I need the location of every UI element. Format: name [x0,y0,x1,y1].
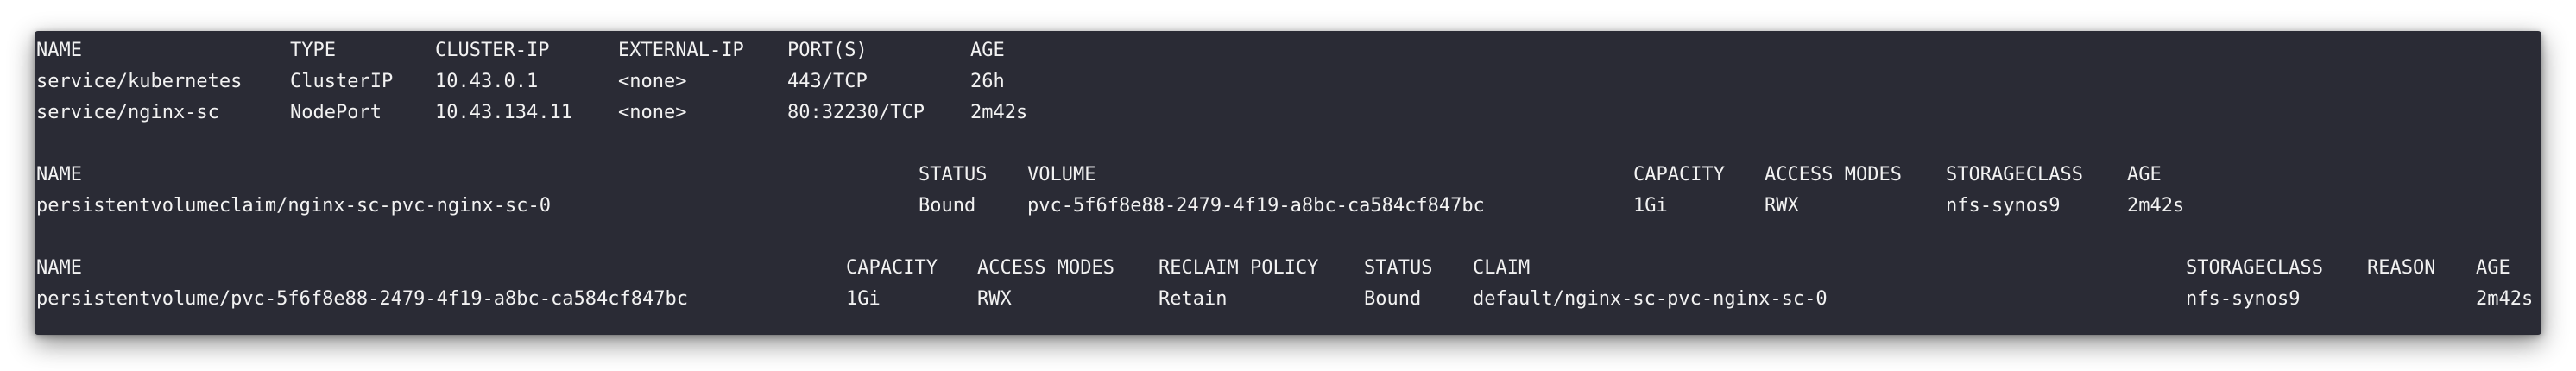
pv-status: Bound [1364,288,1422,310]
pvc-volume: pvc-5f6f8e88-2479-4f19-a8bc-ca584cf847bc [1027,195,1485,217]
pv-col-claim: CLAIM [1473,257,1531,279]
pv-header-row: NAME CAPACITY ACCESS MODES RECLAIM POLIC… [35,255,2510,281]
service-age: 26h [970,71,1005,92]
pv-age: 2m42s [2476,288,2534,310]
service-external-ip: <none> [618,102,687,123]
table-row: service/nginx-sc NodePort 10.43.134.11 <… [35,100,1027,126]
service-cluster-ip: 10.43.134.11 [435,102,572,123]
service-name: service/kubernetes [36,71,243,92]
table-row: persistentvolumeclaim/nginx-sc-pvc-nginx… [35,193,2184,219]
service-type: NodePort [290,102,382,123]
pvc-col-access-modes: ACCESS MODES [1765,164,1902,186]
pvc-storageclass: nfs-synos9 [1946,195,2061,217]
pv-name: persistentvolume/pvc-5f6f8e88-2479-4f19-… [36,288,688,310]
pv-col-name: NAME [36,257,82,279]
pv-reclaim-policy: Retain [1159,288,1228,310]
terminal-window[interactable]: NAME TYPE CLUSTER-IP EXTERNAL-IP PORT(S)… [35,31,2541,335]
pv-col-storageclass: STORAGECLASS [2186,257,2323,279]
pv-col-access-modes: ACCESS MODES [977,257,1114,279]
service-type: ClusterIP [290,71,394,92]
services-col-ports: PORT(S) [787,40,868,61]
pv-col-reason: REASON [2367,257,2436,279]
pvc-col-storageclass: STORAGECLASS [1946,164,2083,186]
service-ports: 443/TCP [787,71,868,92]
pvc-access-modes: RWX [1765,195,1799,217]
table-row: service/kubernetes ClusterIP 10.43.0.1 <… [35,69,1005,95]
pv-col-reclaim-policy: RECLAIM POLICY [1159,257,1319,279]
pvc-col-volume: VOLUME [1027,164,1096,186]
pv-storageclass: nfs-synos9 [2186,288,2301,310]
pvc-col-name: NAME [36,164,82,186]
services-col-external-ip: EXTERNAL-IP [618,40,744,61]
services-col-cluster-ip: CLUSTER-IP [435,40,550,61]
pv-col-capacity: CAPACITY [846,257,938,279]
pv-claim: default/nginx-sc-pvc-nginx-sc-0 [1473,288,1828,310]
services-col-type: TYPE [290,40,336,61]
pvc-col-status: STATUS [919,164,988,186]
pvc-header-row: NAME STATUS VOLUME CAPACITY ACCESS MODES… [35,162,2162,188]
service-external-ip: <none> [618,71,687,92]
pv-col-status: STATUS [1364,257,1433,279]
service-ports: 80:32230/TCP [787,102,925,123]
service-name: service/nginx-sc [36,102,219,123]
pv-capacity: 1Gi [846,288,881,310]
service-cluster-ip: 10.43.0.1 [435,71,539,92]
pv-col-age: AGE [2476,257,2510,279]
pvc-col-age: AGE [2127,164,2162,186]
pvc-capacity: 1Gi [1633,195,1668,217]
services-header-row: NAME TYPE CLUSTER-IP EXTERNAL-IP PORT(S)… [35,38,1005,64]
pvc-name: persistentvolumeclaim/nginx-sc-pvc-nginx… [36,195,552,217]
pv-access-modes: RWX [977,288,1012,310]
service-age: 2m42s [970,102,1028,123]
pvc-age: 2m42s [2127,195,2185,217]
pvc-status: Bound [919,195,976,217]
services-col-name: NAME [36,40,82,61]
table-row: persistentvolume/pvc-5f6f8e88-2479-4f19-… [35,286,2533,312]
services-col-age: AGE [970,40,1005,61]
pvc-col-capacity: CAPACITY [1633,164,1725,186]
